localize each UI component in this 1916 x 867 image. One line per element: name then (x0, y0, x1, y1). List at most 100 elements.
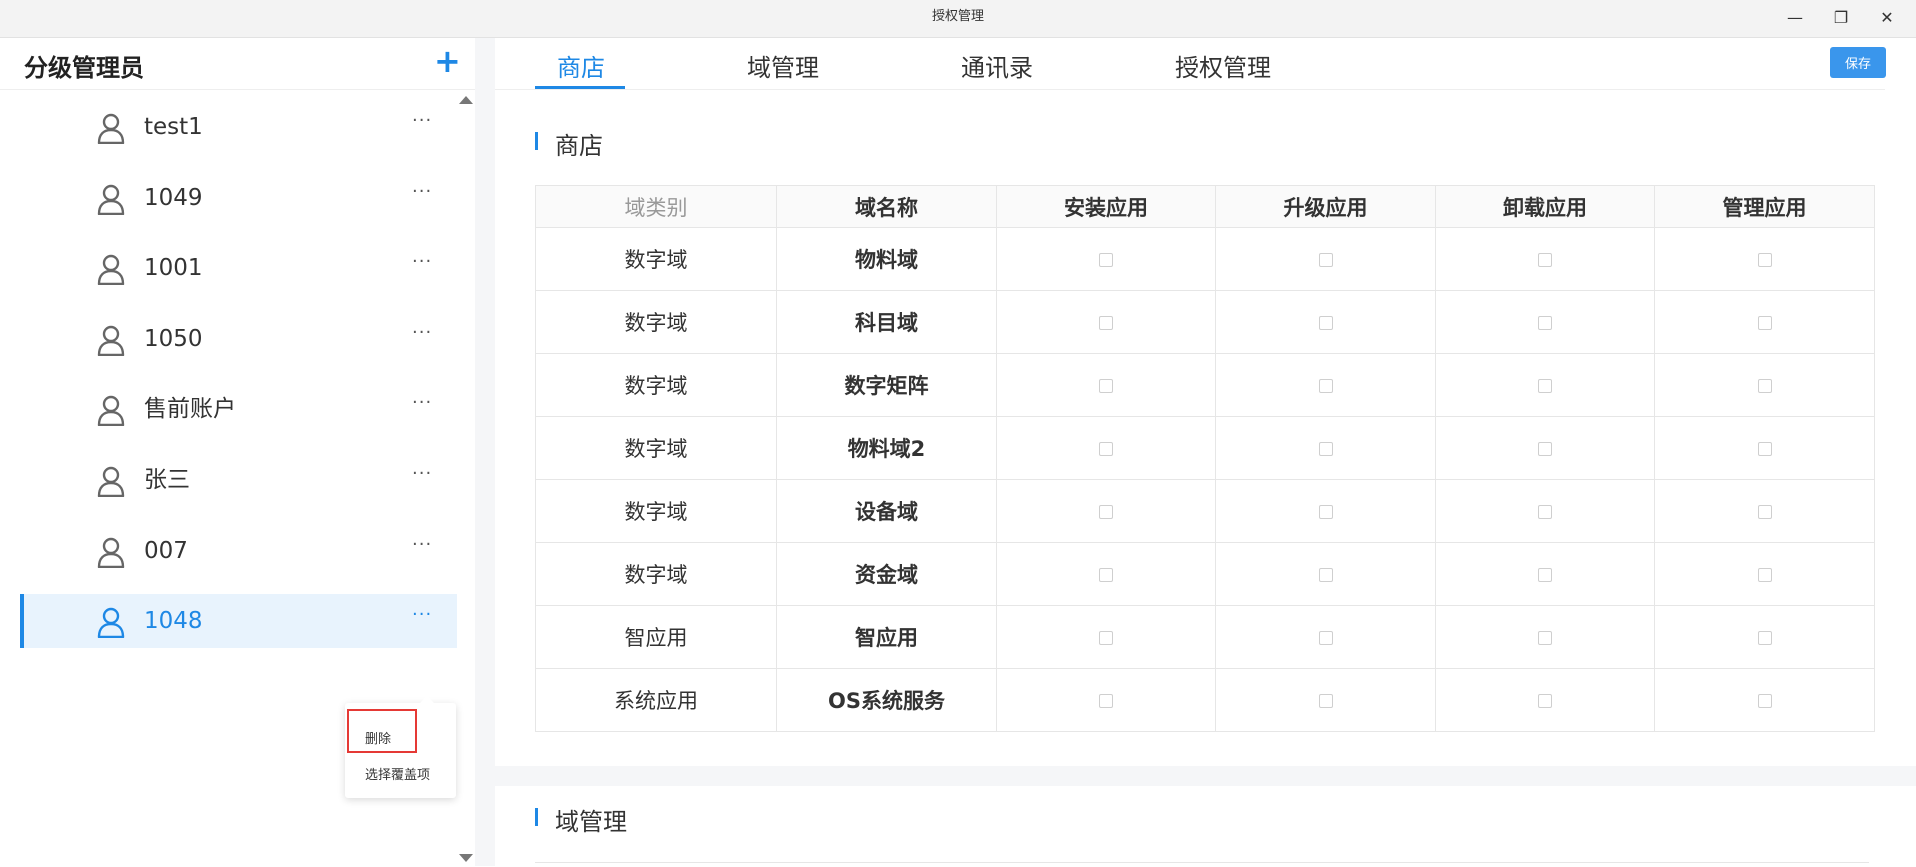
admin-list-item[interactable]: 1049 ··· (20, 171, 457, 225)
section-title-store: 商店 (535, 126, 603, 161)
cell-uninstall (1435, 227, 1655, 291)
more-options-icon[interactable]: ··· (412, 181, 432, 202)
uninstall-checkbox[interactable] (1538, 568, 1552, 582)
active-tab-indicator (535, 86, 625, 89)
col-header-upgrade: 升级应用 (1215, 185, 1436, 228)
cell-manage (1654, 668, 1875, 732)
section-accent-bar (535, 808, 538, 826)
uninstall-checkbox[interactable] (1538, 505, 1552, 519)
admin-list-item[interactable]: 1048 ··· (20, 594, 457, 649)
admin-name: 1001 (144, 255, 203, 282)
uninstall-checkbox[interactable] (1538, 442, 1552, 456)
install-checkbox[interactable] (1099, 631, 1113, 645)
cell-upgrade (1215, 605, 1436, 669)
upgrade-checkbox[interactable] (1318, 379, 1333, 393)
scroll-down-arrow-icon[interactable] (459, 854, 473, 862)
col-header-uninstall: 卸载应用 (1435, 185, 1655, 228)
cell-domain-name: 数字矩阵 (776, 353, 997, 417)
manage-checkbox[interactable] (1757, 568, 1772, 582)
admin-sidebar: 分级管理员 + test1 ··· 1049 ··· 1001 ··· 1050 ··· 售前账… (0, 38, 475, 866)
uninstall-checkbox[interactable] (1538, 379, 1552, 393)
uninstall-checkbox[interactable] (1538, 631, 1552, 645)
cell-uninstall (1435, 605, 1655, 669)
panel-divider (475, 38, 495, 866)
admin-name: 1050 (144, 325, 203, 352)
install-checkbox[interactable] (1099, 379, 1113, 393)
context-menu-delete[interactable]: 删除 (365, 728, 391, 747)
manage-checkbox[interactable] (1757, 505, 1772, 519)
admin-list-item[interactable]: 1001 ··· (20, 241, 457, 295)
minimize-icon[interactable]: — (1772, 0, 1818, 34)
manage-checkbox[interactable] (1757, 316, 1772, 330)
user-icon (96, 253, 126, 286)
cell-upgrade (1215, 542, 1436, 606)
admin-list-item[interactable]: 张三 ··· (20, 453, 457, 507)
more-options-icon[interactable]: ··· (412, 604, 432, 625)
cell-uninstall (1435, 416, 1655, 480)
uninstall-checkbox[interactable] (1538, 253, 1552, 267)
context-menu-arrow (420, 696, 434, 703)
manage-checkbox[interactable] (1757, 379, 1772, 393)
user-icon (96, 183, 126, 215)
install-checkbox[interactable] (1099, 694, 1113, 708)
upgrade-checkbox[interactable] (1318, 505, 1333, 519)
upgrade-checkbox[interactable] (1318, 694, 1333, 708)
more-options-icon[interactable]: ··· (412, 392, 432, 413)
table-row: 数字域 资金域 (535, 542, 1875, 606)
more-options-icon[interactable]: ··· (412, 463, 432, 484)
restore-icon[interactable]: ❐ (1818, 0, 1864, 34)
cell-install (996, 227, 1216, 291)
domain-table-top-edge (535, 862, 1869, 867)
admin-list-item[interactable]: test1 ··· (20, 100, 457, 154)
manage-checkbox[interactable] (1757, 442, 1772, 456)
manage-checkbox[interactable] (1757, 253, 1772, 267)
cell-manage (1654, 479, 1875, 543)
install-checkbox[interactable] (1099, 253, 1113, 267)
save-button[interactable]: 保存 (1830, 47, 1886, 78)
user-icon (96, 324, 126, 356)
admin-list-item[interactable]: 007 ··· (20, 524, 457, 578)
section-title-text: 域管理 (555, 808, 627, 836)
upgrade-checkbox[interactable] (1318, 253, 1333, 267)
upgrade-checkbox[interactable] (1318, 631, 1333, 645)
tab-bar: 商店 域管理 通讯录 授权管理 (495, 38, 1885, 90)
cell-category: 数字域 (535, 353, 777, 417)
uninstall-checkbox[interactable] (1538, 316, 1552, 330)
tab-domain-management[interactable]: 域管理 (747, 48, 819, 83)
uninstall-checkbox[interactable] (1538, 694, 1552, 708)
cell-category: 数字域 (535, 479, 777, 543)
install-checkbox[interactable] (1099, 316, 1113, 330)
admin-list-item[interactable]: 1050 ··· (20, 312, 457, 366)
user-icon (96, 394, 126, 427)
tab-contacts[interactable]: 通讯录 (961, 48, 1033, 83)
install-checkbox[interactable] (1099, 442, 1113, 456)
add-admin-icon[interactable]: + (434, 44, 461, 78)
more-options-icon[interactable]: ··· (412, 251, 432, 272)
tab-authorization[interactable]: 授权管理 (1175, 48, 1271, 83)
context-menu-select-override[interactable]: 选择覆盖项 (365, 764, 430, 783)
admin-name: 售前账户 (144, 396, 236, 423)
scroll-up-arrow-icon[interactable] (459, 96, 473, 104)
more-options-icon[interactable]: ··· (412, 110, 432, 131)
install-checkbox[interactable] (1099, 505, 1113, 519)
cell-install (996, 290, 1216, 354)
more-options-icon[interactable]: ··· (412, 534, 432, 555)
cell-install (996, 353, 1216, 417)
admin-list-item[interactable]: 售前账户 ··· (20, 382, 457, 436)
cell-upgrade (1215, 227, 1436, 291)
cell-uninstall (1435, 479, 1655, 543)
install-checkbox[interactable] (1099, 568, 1113, 582)
upgrade-checkbox[interactable] (1318, 316, 1333, 330)
cell-upgrade (1215, 479, 1436, 543)
more-options-icon[interactable]: ··· (412, 322, 432, 343)
cell-category: 数字域 (535, 416, 777, 480)
cell-category: 智应用 (535, 605, 777, 669)
manage-checkbox[interactable] (1757, 631, 1772, 645)
sidebar-header: 分级管理员 + (0, 38, 475, 90)
manage-checkbox[interactable] (1757, 694, 1772, 708)
tab-store[interactable]: 商店 (557, 48, 605, 83)
close-icon[interactable]: ✕ (1864, 0, 1910, 34)
upgrade-checkbox[interactable] (1318, 568, 1333, 582)
table-row: 数字域 物料域2 (535, 416, 1875, 480)
upgrade-checkbox[interactable] (1318, 442, 1333, 456)
